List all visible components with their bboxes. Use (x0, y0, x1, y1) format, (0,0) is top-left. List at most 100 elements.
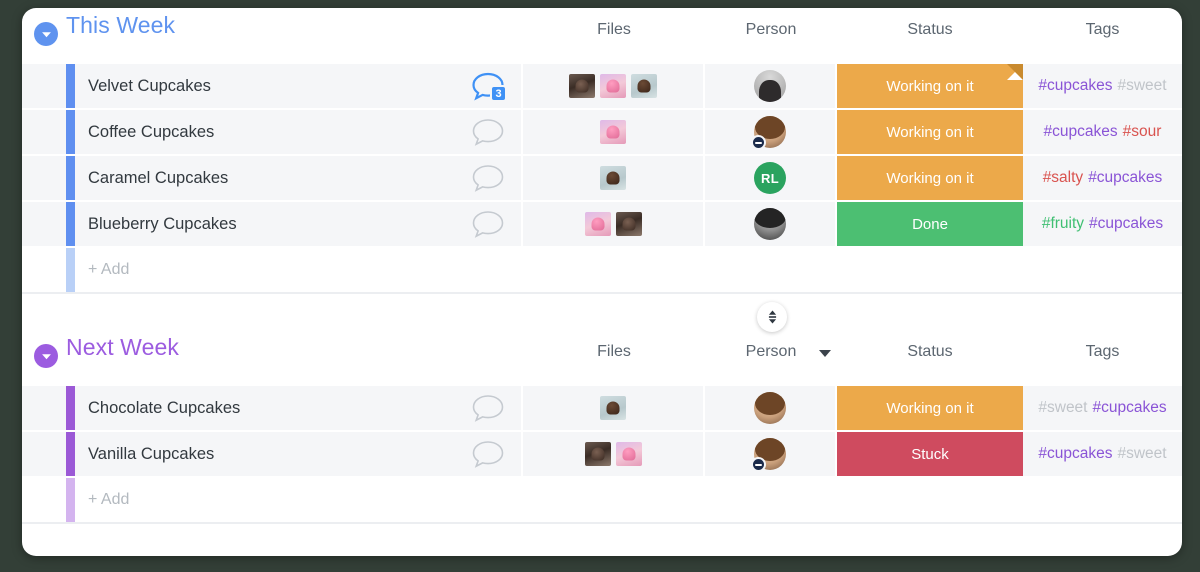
chat-bubble-icon[interactable] (471, 163, 505, 193)
tag[interactable]: #sweet (1117, 445, 1166, 462)
tag[interactable]: #cupcakes (1044, 123, 1118, 140)
cell-tags[interactable]: #sweet #cupcakes (1023, 386, 1182, 430)
cell-tags[interactable]: #cupcakes #sweet (1023, 64, 1182, 108)
sort-toggle-button[interactable] (757, 302, 787, 332)
add-row[interactable]: + Add (22, 478, 1182, 524)
board-card: This Week Files Person Status Tags Velvet Cup… (22, 8, 1182, 556)
tag[interactable]: #sweet (1038, 399, 1087, 416)
cell-files[interactable] (523, 432, 705, 476)
cell-task-name[interactable]: Vanilla Cupcakes (22, 432, 523, 476)
chevron-down-icon[interactable] (819, 350, 831, 357)
tag[interactable]: #cupcakes (1038, 445, 1112, 462)
blue-cupcake-photo[interactable] (600, 396, 626, 420)
chat-bubble-icon[interactable]: 3 (471, 71, 507, 102)
tag[interactable]: #cupcakes (1088, 169, 1162, 186)
blue-cupcake-photo[interactable] (600, 166, 626, 190)
cell-tags[interactable]: #salty #cupcakes (1023, 156, 1182, 200)
tag[interactable]: #cupcakes (1089, 215, 1163, 232)
pink-cupcake-photo[interactable] (615, 442, 642, 466)
cell-tags[interactable]: #fruity #cupcakes (1023, 202, 1182, 246)
tag[interactable]: #sweet (1117, 77, 1166, 94)
cell-tags[interactable]: #cupcakes #sour (1023, 110, 1182, 154)
cell-status[interactable]: Working on it (837, 386, 1023, 430)
tag[interactable]: #sour (1123, 123, 1162, 140)
avatar[interactable] (754, 208, 786, 240)
table-row[interactable]: Coffee Cupcakes Working on it #cupcakes #so… (22, 110, 1182, 156)
pink-cupcake-photo[interactable] (600, 120, 626, 144)
cell-files[interactable] (523, 202, 705, 246)
cell-files[interactable] (523, 156, 705, 200)
cell-files[interactable] (523, 64, 705, 108)
cell-person[interactable]: RL (705, 156, 837, 200)
cell-person[interactable] (705, 110, 837, 154)
table-row[interactable]: Vanilla Cupcakes Stuck #cupcakes #sweet (22, 432, 1182, 478)
avatar[interactable]: RL (754, 162, 786, 194)
group-title-next-week[interactable]: Next Week (66, 334, 179, 361)
tag[interactable]: #cupcakes (1038, 77, 1112, 94)
pink-cupcake-photo[interactable] (600, 74, 626, 98)
chevron-down-icon[interactable] (34, 22, 58, 46)
avatar[interactable] (754, 392, 786, 424)
table-row[interactable]: Velvet Cupcakes 3 Working on it #cupcakes #s… (22, 64, 1182, 110)
tag-list: #cupcakes #sweet (1038, 445, 1166, 463)
column-header-tags[interactable]: Tags (1023, 343, 1182, 361)
cell-task-name[interactable]: Chocolate Cupcakes (22, 386, 523, 430)
cell-status[interactable]: Done (837, 202, 1023, 246)
blue-cupcake-photo[interactable] (631, 74, 657, 98)
table-row[interactable]: Blueberry Cupcakes Done #fruity #cupcakes (22, 202, 1182, 248)
column-header-person[interactable]: Person (705, 343, 837, 361)
cell-person[interactable] (705, 432, 837, 476)
chat-bubble-icon[interactable] (471, 209, 505, 239)
cell-task-name[interactable]: Blueberry Cupcakes (22, 202, 523, 246)
column-header-files[interactable]: Files (523, 21, 705, 39)
cell-task-name[interactable]: Velvet Cupcakes 3 (22, 64, 523, 108)
column-header-status[interactable]: Status (837, 21, 1023, 39)
tag[interactable]: #cupcakes (1093, 399, 1167, 416)
pink-cupcake-photo[interactable] (584, 212, 611, 236)
cell-status[interactable]: Working on it (837, 64, 1023, 108)
cell-task-name[interactable]: Coffee Cupcakes (22, 110, 523, 154)
cell-person[interactable] (705, 202, 837, 246)
chocolate-cupcake-photo[interactable] (569, 74, 595, 98)
cell-task-name[interactable]: Caramel Cupcakes (22, 156, 523, 200)
chocolate-cupcake-photo[interactable] (584, 442, 611, 466)
avatar[interactable] (751, 116, 786, 150)
column-header-person[interactable]: Person (705, 21, 837, 39)
status-badge[interactable]: Done (837, 202, 1023, 246)
chat-bubble-icon[interactable] (471, 117, 505, 147)
avatar[interactable] (751, 438, 786, 472)
file-thumbnail-list (600, 166, 626, 190)
status-badge[interactable]: Working on it (837, 156, 1023, 200)
chocolate-cupcake-photo[interactable] (615, 212, 642, 236)
group-title-this-week[interactable]: This Week (66, 12, 175, 39)
tag-list: #salty #cupcakes (1043, 169, 1163, 187)
status-label: Working on it (886, 77, 974, 95)
task-name-label: Coffee Cupcakes (88, 122, 215, 141)
column-header-files[interactable]: Files (523, 343, 705, 361)
column-header-status[interactable]: Status (837, 343, 1023, 361)
cell-person[interactable] (705, 64, 837, 108)
status-badge[interactable]: Stuck (837, 432, 1023, 476)
avatar[interactable] (754, 70, 786, 102)
cell-files[interactable] (523, 110, 705, 154)
column-header-tags[interactable]: Tags (1023, 21, 1182, 39)
chat-bubble-icon[interactable] (471, 393, 505, 423)
cell-add[interactable]: + Add (22, 248, 523, 292)
table-row[interactable]: Caramel Cupcakes RL Working on it #salty #cu… (22, 156, 1182, 202)
tag[interactable]: #fruity (1042, 215, 1084, 232)
status-badge[interactable]: Working on it (837, 64, 1023, 108)
cell-tags[interactable]: #cupcakes #sweet (1023, 432, 1182, 476)
add-row[interactable]: + Add (22, 248, 1182, 294)
status-badge[interactable]: Working on it (837, 386, 1023, 430)
cell-status[interactable]: Working on it (837, 156, 1023, 200)
cell-add[interactable]: + Add (22, 478, 523, 522)
cell-person[interactable] (705, 386, 837, 430)
tag[interactable]: #salty (1043, 169, 1084, 186)
table-row[interactable]: Chocolate Cupcakes Working on it #sweet #cu… (22, 386, 1182, 432)
chat-bubble-icon[interactable] (471, 439, 505, 469)
status-badge[interactable]: Working on it (837, 110, 1023, 154)
cell-files[interactable] (523, 386, 705, 430)
chevron-down-icon[interactable] (34, 344, 58, 368)
cell-status[interactable]: Stuck (837, 432, 1023, 476)
cell-status[interactable]: Working on it (837, 110, 1023, 154)
